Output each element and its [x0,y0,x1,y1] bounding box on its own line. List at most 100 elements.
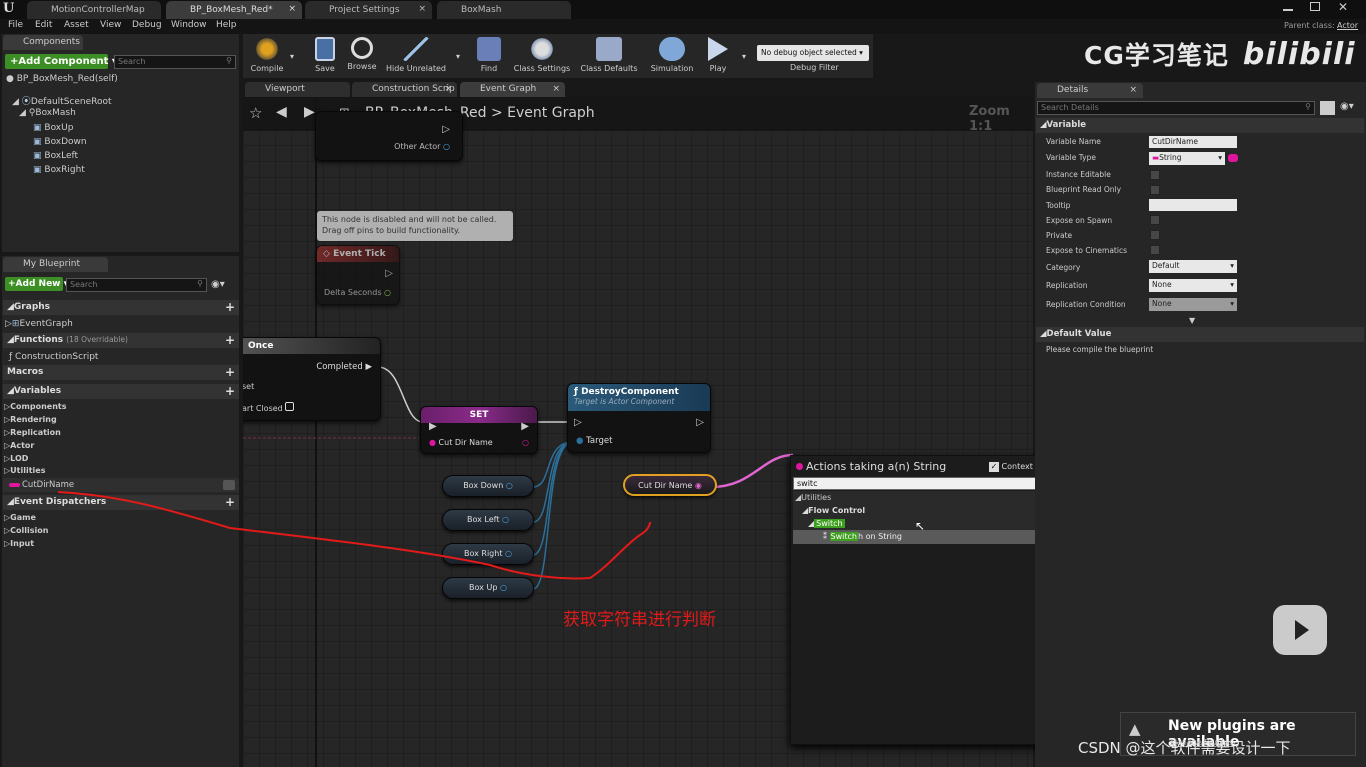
var-category-lod[interactable]: ▷LOD [4,454,28,463]
close-icon[interactable]: × [288,4,296,14]
doc-tab-motioncontrollermap[interactable]: MotionControllerMap [27,1,161,19]
find-button[interactable]: Find [465,36,513,76]
tab-construction-script[interactable]: Construction Scrip × [352,82,457,97]
section-functions[interactable]: ◢Functions (18 Overridable) + [3,333,239,348]
instance-editable-checkbox[interactable] [1150,170,1160,180]
node-overlap-event[interactable]: ▷ Other Actor ○ [315,111,463,161]
start-closed-pin[interactable]: art Closed [243,402,295,413]
details-search-input[interactable]: Search Details ⚲ [1037,101,1315,115]
menu-view[interactable]: View [100,20,121,30]
delta-seconds-pin[interactable]: Delta Seconds ○ [324,288,391,297]
close-icon[interactable]: × [552,84,560,94]
details-tab[interactable]: Details × [1037,83,1143,98]
section-macros[interactable]: Macros + [3,365,239,380]
var-category-components[interactable]: ▷Components [4,402,66,411]
category-select[interactable]: Default ▾ [1149,260,1237,273]
debug-object-select[interactable]: No debug object selected ▾ [757,45,869,61]
container-type-icon[interactable] [1228,154,1238,162]
maximize-icon[interactable] [1310,2,1320,11]
details-section-default-value[interactable]: ◢Default Value [1036,327,1364,342]
node-get-boxright[interactable]: Box Right ○ [442,543,534,565]
component-boxright[interactable]: ▣ BoxRight [33,165,85,175]
node-get-boxup[interactable]: Box Up ○ [442,577,534,599]
parent-class-link[interactable]: Actor [1337,21,1358,30]
tab-viewport[interactable]: Viewport [245,82,350,97]
expose-on-spawn-checkbox[interactable] [1150,215,1160,225]
node-destroy-component[interactable]: ƒ DestroyComponent Target is Actor Compon… [567,383,711,453]
play-options-chevron-icon[interactable]: ▾ [742,52,746,61]
add-icon[interactable]: + [225,385,235,397]
category-input[interactable]: ▷Input [4,539,34,548]
category-collision[interactable]: ▷Collision [4,526,48,535]
compile-options-chevron-icon[interactable]: ▾ [290,52,294,61]
read-only-checkbox[interactable] [1150,185,1160,195]
eye-icon[interactable]: ◉▾ [211,279,225,290]
tooltip-input[interactable] [1149,199,1237,211]
doc-tab-project-settings[interactable]: Project Settings × [305,1,432,19]
node-get-cutdirname[interactable]: Cut Dir Name ◉ [623,474,717,496]
component-self[interactable]: ● BP_BoxMesh_Red(self) [6,74,118,84]
node-get-boxleft[interactable]: Box Left ○ [442,509,534,531]
other-actor-pin[interactable]: Other Actor ○ [394,142,450,151]
close-window-icon[interactable]: ✕ [1338,0,1348,14]
component-boxup[interactable]: ▣ BoxUp [33,123,73,133]
close-icon[interactable]: × [418,4,426,14]
var-category-utilities[interactable]: ▷Utilities [4,466,45,475]
component-boxmash[interactable]: ◢ ⚲BoxMash [19,108,76,118]
section-graphs[interactable]: ◢Graphs + [3,300,239,315]
add-component-button[interactable]: +Add Component ▾ [5,54,117,69]
minimize-icon[interactable] [1283,3,1293,11]
doc-tab-bp-boxmesh-red[interactable]: BP_BoxMesh_Red* × [166,1,302,19]
visibility-toggle-icon[interactable] [223,480,235,490]
components-tab[interactable]: Components [3,35,83,50]
category-game[interactable]: ▷Game [4,513,36,522]
doc-tab-boxmash[interactable]: BoxMash [437,1,571,19]
components-search-input[interactable]: Search ⚲ [114,55,236,69]
add-new-button[interactable]: +Add New ▾ [5,277,68,291]
menu-asset[interactable]: Asset [64,20,89,30]
completed-pin[interactable]: Completed ▶ [316,362,372,372]
node-event-tick[interactable]: ◇ Event Tick ▷ Delta Seconds ○ [316,245,400,305]
add-icon[interactable]: + [225,334,235,346]
var-category-rendering[interactable]: ▷Rendering [4,415,57,424]
function-item-constructionscript[interactable]: ƒ ConstructionScript [9,352,98,362]
close-icon[interactable]: × [1129,85,1137,95]
replication-condition-select[interactable]: None ▾ [1149,298,1237,311]
advanced-expand-icon[interactable]: ▼ [1189,316,1195,325]
menu-window[interactable]: Window [171,20,207,30]
replication-select[interactable]: None ▾ [1149,279,1237,292]
browse-button[interactable]: Browse [338,36,386,76]
eye-icon[interactable]: ◉▾ [1340,101,1354,112]
add-icon[interactable]: + [225,496,235,508]
hide-unrelated-button[interactable]: Hide Unrelated [385,36,447,76]
menu-help[interactable]: Help [216,20,237,30]
node-set-cutdirname[interactable]: SET ▶ ▶ ● Cut Dir Name ○ [420,406,538,454]
section-event-dispatchers[interactable]: ◢Event Dispatchers + [3,495,239,510]
hide-unrelated-chevron-icon[interactable]: ▾ [456,52,460,61]
tab-event-graph[interactable]: Event Graph × [460,82,565,97]
property-matrix-icon[interactable] [1320,101,1335,115]
menu-file[interactable]: File [8,20,23,30]
simulation-button[interactable]: Simulation [648,36,696,76]
my-blueprint-tab[interactable]: My Blueprint [3,257,108,272]
graph-item-eventgraph[interactable]: ▷⊞EventGraph [5,319,73,329]
component-boxdown[interactable]: ▣ BoxDown [33,137,87,147]
section-variables[interactable]: ◢Variables + [3,384,239,399]
var-category-replication[interactable]: ▷Replication [4,428,61,437]
unreal-logo-icon[interactable]: U [3,1,21,18]
component-root[interactable]: ◢ ⦿DefaultSceneRoot [12,94,112,107]
play-button[interactable]: Play [696,36,740,76]
node-do-once[interactable]: Once Completed ▶ set art Closed [243,337,381,421]
menu-edit[interactable]: Edit [35,20,52,30]
component-boxleft[interactable]: ▣ BoxLeft [33,151,78,161]
variable-name-input[interactable]: CutDirName [1149,136,1237,148]
private-checkbox[interactable] [1150,230,1160,240]
add-icon[interactable]: + [225,366,235,378]
target-pin[interactable]: ● Target [576,436,612,446]
expose-to-cinematics-checkbox[interactable] [1150,245,1160,255]
add-icon[interactable]: + [225,301,235,313]
details-section-variable[interactable]: ◢Variable [1036,118,1364,133]
my-blueprint-search-input[interactable]: Search ⚲ [66,278,207,292]
class-settings-button[interactable]: Class Settings [512,36,572,76]
close-icon[interactable]: × [444,84,452,94]
